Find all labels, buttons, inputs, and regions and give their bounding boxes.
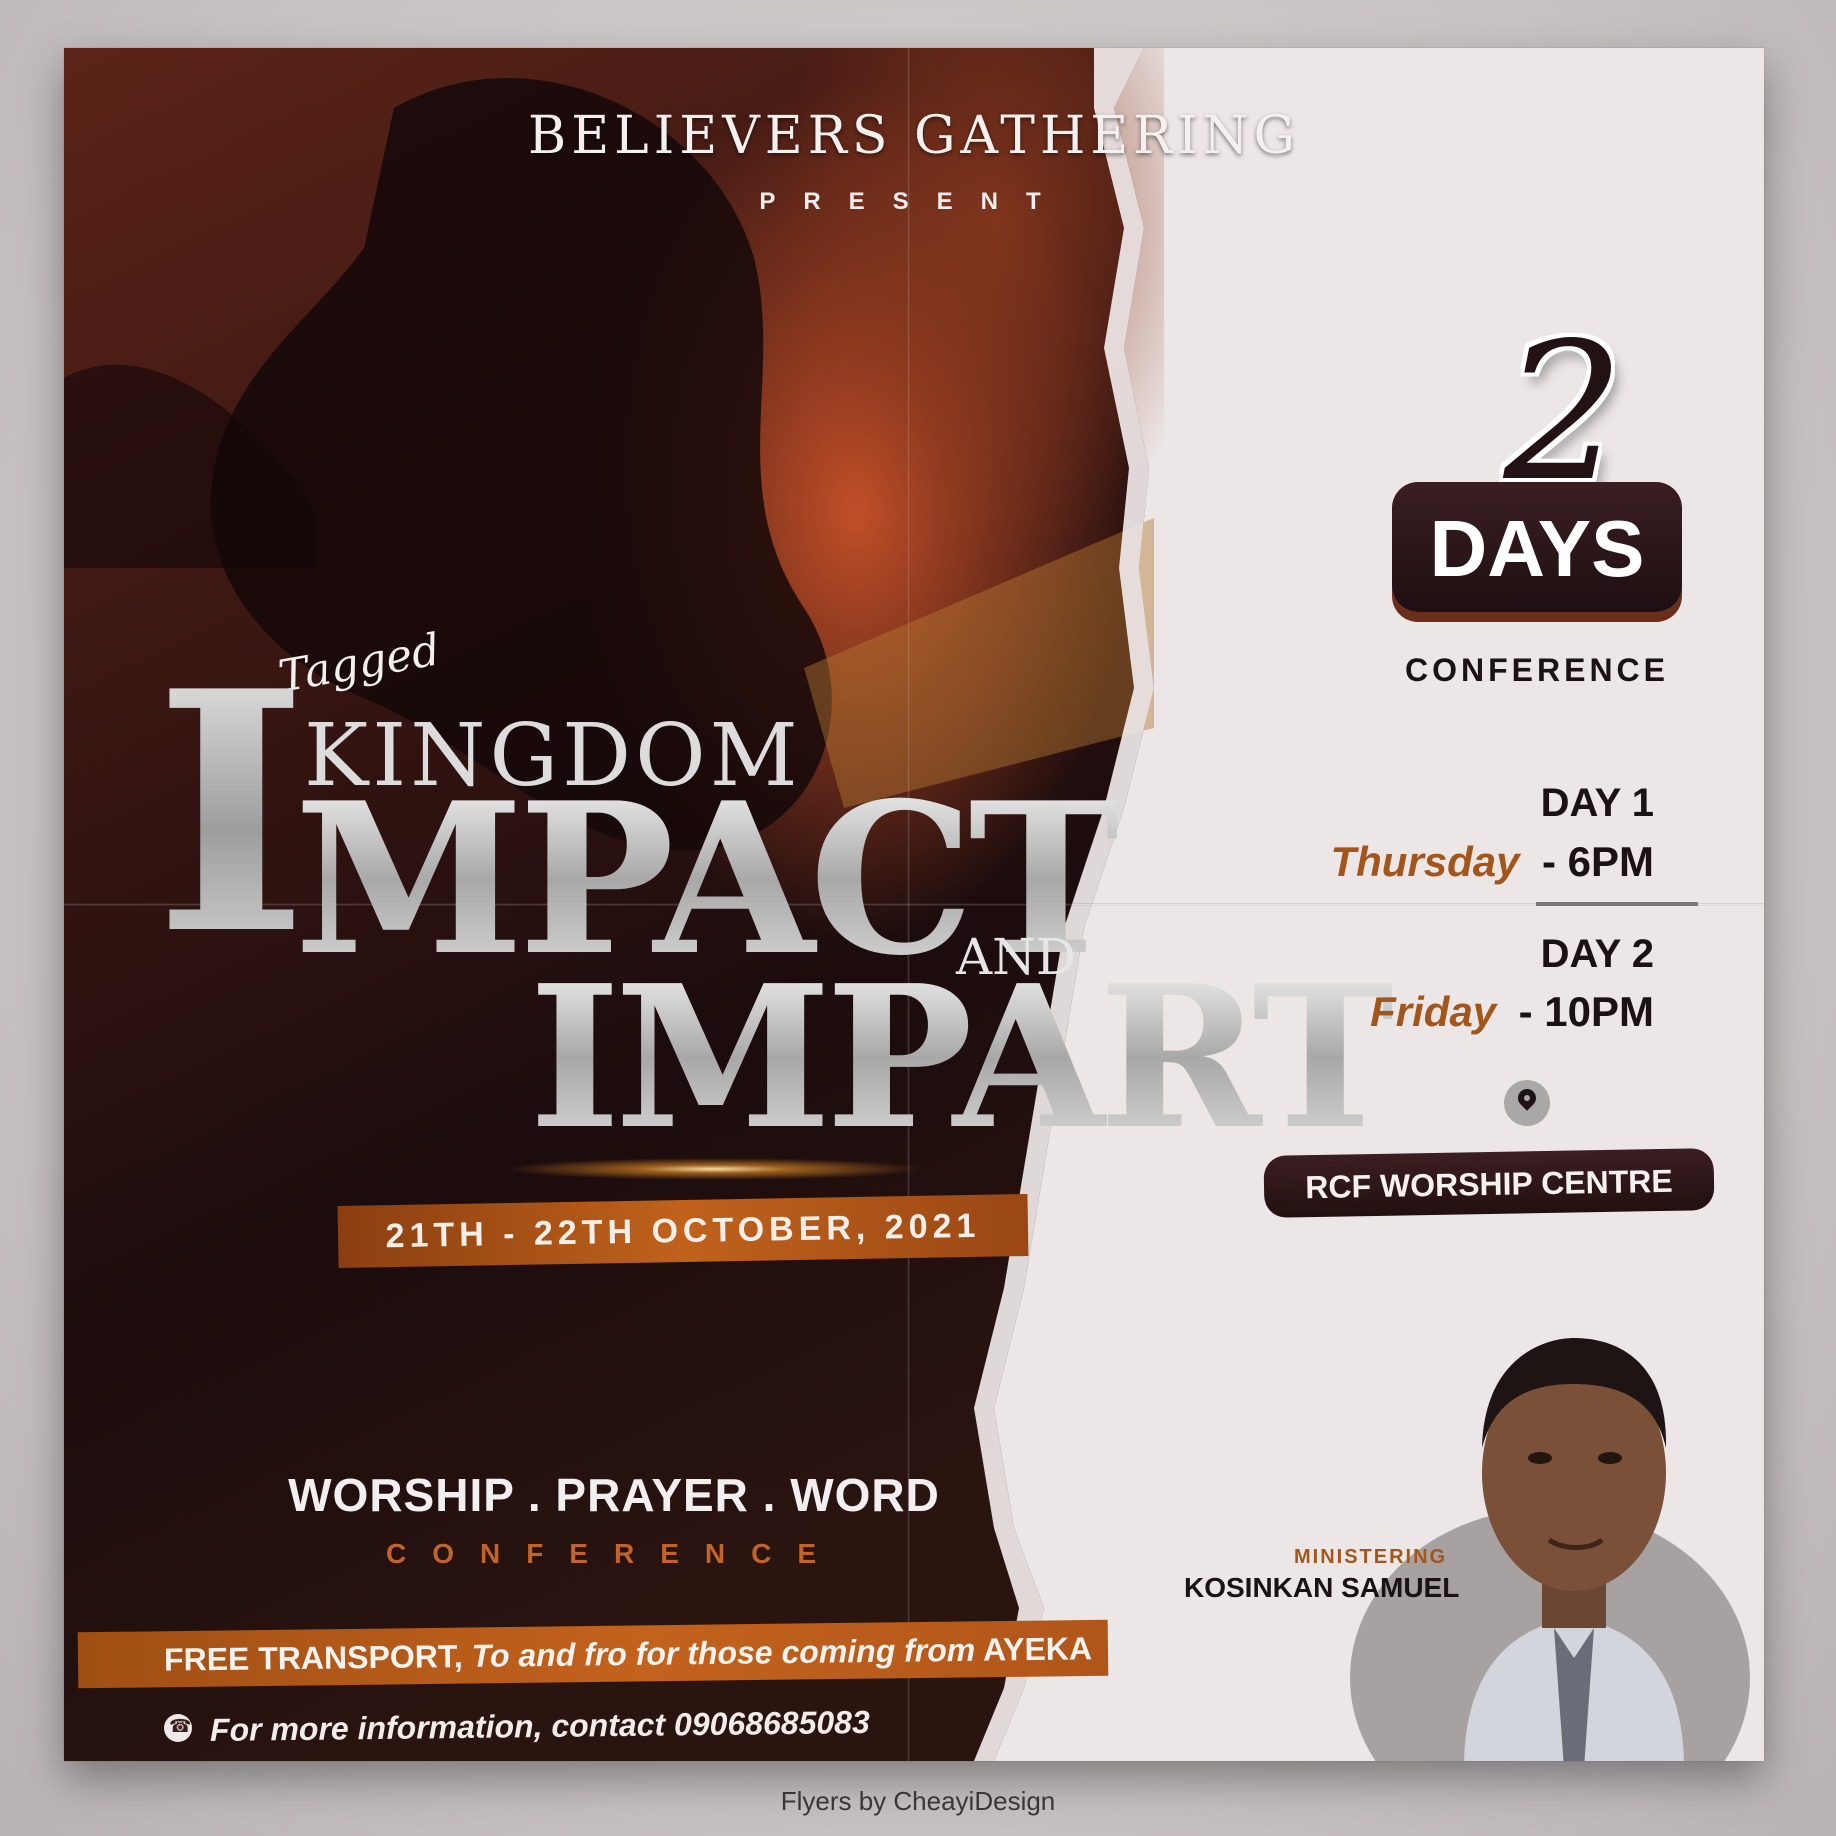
day1-schedule: Thursday - 6PM [1330, 838, 1654, 886]
day1-time: - 6PM [1541, 838, 1654, 885]
transport-strong: FREE TRANSPORT, [163, 1638, 463, 1678]
duration-number: 2 [1503, 302, 1625, 523]
venue-name: RCF WORSHIP CENTRE [1304, 1162, 1673, 1206]
minister-portrait [1464, 1338, 1684, 1761]
duration-label: CONFERENCE [1404, 652, 1669, 688]
transport-place: AYEKA [982, 1630, 1093, 1668]
minister-role: MINISTERING [1294, 1546, 1448, 1568]
day1-weekday: Thursday [1330, 838, 1520, 885]
phone-icon [164, 1714, 192, 1742]
minister-name: KOSINKAN SAMUEL [1184, 1572, 1460, 1603]
day2-schedule: Friday - 10PM [1370, 988, 1654, 1036]
schedule-divider [1536, 902, 1698, 906]
conference-subtitle: CONFERENCE [385, 1538, 842, 1569]
day2-time: - 10PM [1518, 988, 1654, 1035]
transport-detail: To and fro for those coming from [471, 1631, 976, 1674]
day2-weekday: Friday [1370, 988, 1497, 1035]
day1-label: DAY 1 [1540, 781, 1654, 825]
duration-unit: DAYS [1429, 504, 1645, 593]
organizer-name: BELIEVERS GATHERING [528, 106, 1300, 166]
flyer-poster: BELIEVERS GATHERING PRESENT Tagged I KIN… [64, 48, 1764, 1761]
designer-credit: Flyers by CheayiDesign [780, 1786, 1056, 1816]
conference-pillars: WORSHIP . PRAYER . WORD [288, 1469, 940, 1521]
title-initial-i: I [154, 619, 309, 1007]
location-pin-icon [1504, 1080, 1550, 1126]
lens-flare [504, 1158, 924, 1180]
day2-label: DAY 2 [1540, 932, 1654, 976]
present-label: PRESENT [759, 188, 1069, 215]
title-impart: IMPART [529, 943, 1398, 1173]
